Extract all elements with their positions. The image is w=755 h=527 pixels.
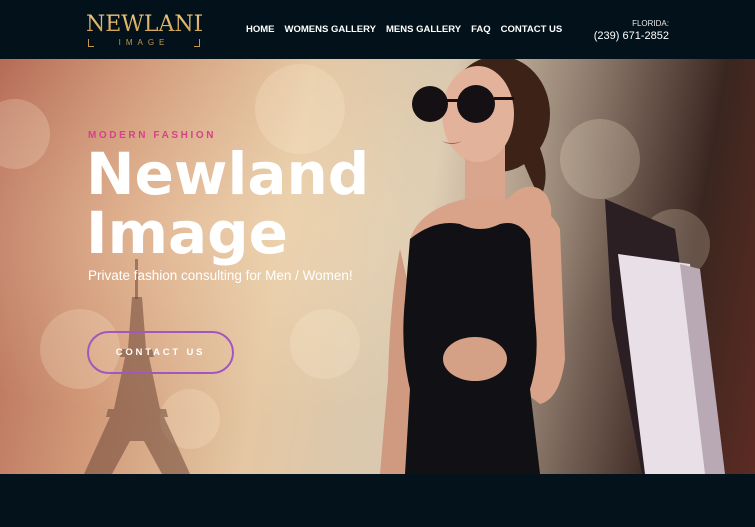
- site-header: NEWLAND IMAGE HOME WOMENS GALLERY MENS G…: [0, 0, 755, 59]
- logo-subline: IMAGE: [88, 38, 200, 48]
- bokeh-light: [290, 309, 360, 379]
- logo-wordmark: NEWLAND: [86, 12, 212, 37]
- nav-womens-gallery[interactable]: WOMENS GALLERY: [285, 22, 376, 38]
- footer-band: [0, 474, 755, 527]
- hero-section: MODERN FASHION Newland Image Private fas…: [0, 59, 755, 474]
- nav-faq[interactable]: FAQ: [471, 22, 491, 38]
- hero-title: Newland Image: [86, 140, 370, 267]
- main-nav: HOME WOMENS GALLERY MENS GALLERY FAQ CON…: [246, 22, 572, 38]
- header-contact: FLORIDA: (239) 671-2852: [579, 18, 669, 43]
- hero-subtitle: Private fashion consulting for Men / Wom…: [88, 268, 353, 283]
- model-woman-image: [380, 59, 725, 474]
- logo-bracket-right: [194, 39, 200, 47]
- nav-home[interactable]: HOME: [246, 22, 275, 38]
- contact-us-button[interactable]: CONTACT US: [87, 331, 234, 374]
- site-logo[interactable]: NEWLAND IMAGE: [86, 12, 212, 48]
- nav-contact-us[interactable]: CONTACT US: [501, 22, 563, 38]
- logo-subtext: IMAGE: [118, 38, 170, 47]
- contact-location-label: FLORIDA:: [632, 19, 669, 28]
- contact-phone[interactable]: (239) 671-2852: [579, 29, 669, 43]
- nav-mens-gallery[interactable]: MENS GALLERY: [386, 22, 461, 38]
